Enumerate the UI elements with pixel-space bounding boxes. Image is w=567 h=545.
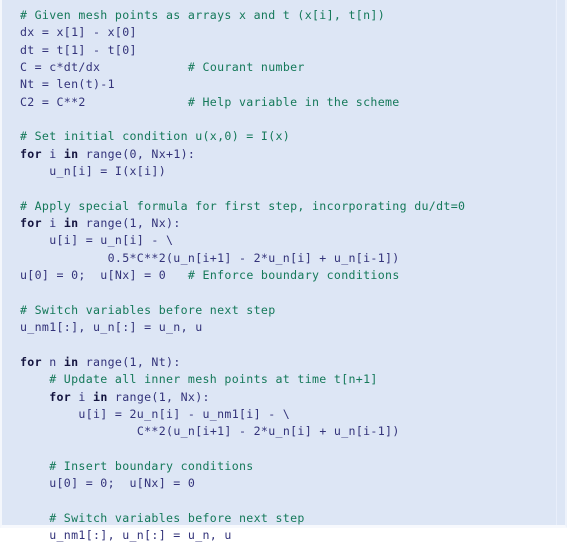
code-token-code: [86, 95, 188, 109]
code-token-comment: # Update all inner mesh points at time t…: [49, 372, 378, 387]
code-token-code: range(1, Nt):: [78, 354, 181, 369]
code-line: # Switch variables before next step: [2, 510, 565, 527]
code-line: u_nm1[:], u_n[:] = u_n, u: [2, 319, 565, 336]
code-token-code: [166, 268, 188, 282]
code-line: # Update all inner mesh points at time t…: [2, 371, 565, 388]
code-token-code: n: [41, 354, 64, 369]
code-line: # Given mesh points as arrays x and t (x…: [2, 7, 565, 24]
code-token-keyword: for: [20, 146, 42, 161]
code-token-comment: # Apply special formula for first step, …: [20, 198, 466, 213]
code-line: 0.5*C**2(u_n[i+1] - 2*u_n[i] + u_n[i-1]): [2, 250, 565, 267]
code-token-keyword: in: [93, 389, 108, 404]
code-block: # Given mesh points as arrays x and t (x…: [0, 0, 567, 542]
code-line: for n in range(1, Nt):: [2, 354, 565, 371]
code-token-code: dx = x[1] - x[0]: [20, 25, 137, 40]
code-line: C2 = C**2 # Help variable in the scheme: [2, 94, 565, 111]
code-token-code: u[0] = 0; u[Nx] = 0: [49, 476, 196, 491]
code-token-code: Nt = len(t)-1: [20, 77, 115, 92]
code-token-code: i: [71, 389, 94, 404]
code-token-comment: # Courant number: [187, 60, 305, 75]
code-token-code: i: [41, 216, 64, 231]
code-token-comment: # Enforce boundary conditions: [187, 268, 400, 283]
code-token-code: i: [41, 146, 64, 161]
code-token-keyword: for: [20, 216, 42, 231]
code-line: # Insert boundary conditions: [2, 458, 565, 475]
code-token-code: u[i] = u_n[i] - \: [49, 233, 174, 248]
code-line: C**2(u_n[i+1] - 2*u_n[i] + u_n[i-1]): [2, 423, 565, 440]
code-token-code: u[0] = 0; u[Nx] = 0: [20, 268, 167, 283]
code-token-code: range(1, Nx):: [78, 216, 181, 231]
code-line: # Switch variables before next step: [2, 302, 565, 319]
code-token-code: u_nm1[:], u_n[:] = u_n, u: [20, 320, 203, 335]
code-line: for i in range(1, Nx):: [2, 389, 565, 406]
code-line-list: # Given mesh points as arrays x and t (x…: [2, 7, 565, 545]
code-token-code: dt = t[1] - t[0]: [20, 42, 137, 57]
code-line: u[i] = 2u_n[i] - u_nm1[i] - \: [2, 406, 565, 423]
code-line: Nt = len(t)-1: [2, 76, 565, 93]
code-token-comment: # Given mesh points as arrays x and t (x…: [20, 8, 386, 22]
code-line: dt = t[1] - t[0]: [2, 42, 565, 59]
code-line: u[0] = 0; u[Nx] = 0: [2, 475, 565, 492]
code-token-code: range(1, Nx):: [107, 389, 210, 404]
code-token-code: u[i] = 2u_n[i] - u_nm1[i] - \: [78, 406, 291, 421]
code-token-keyword: in: [63, 354, 79, 369]
code-token-comment: # Help variable in the scheme: [187, 94, 400, 109]
code-token-code: C = c*dt/dx: [20, 60, 101, 75]
code-token-code: range(0, Nx+1):: [78, 146, 196, 161]
code-line: # Apply special formula for first step, …: [2, 198, 565, 215]
code-token-keyword: in: [63, 216, 79, 231]
code-token-keyword: for: [20, 354, 42, 369]
code-token-keyword: for: [49, 389, 72, 404]
code-token-code: C2 = C**2: [20, 94, 86, 109]
code-token-keyword: in: [63, 146, 79, 161]
code-line: dx = x[1] - x[0]: [2, 24, 565, 41]
code-line: for i in range(1, Nx):: [2, 215, 565, 232]
code-token-comment: # Insert boundary conditions: [49, 458, 254, 473]
code-token-code: 0.5*C**2(u_n[i+1] - 2*u_n[i] + u_n[i-1]): [107, 250, 400, 265]
code-token-code: [100, 60, 188, 74]
code-line: for i in range(0, Nx+1):: [2, 146, 565, 163]
code-token-code: u_n[i] = I(x[i]): [49, 164, 167, 179]
code-line: u[i] = u_n[i] - \: [2, 232, 565, 249]
code-token-comment: # Switch variables before next step: [49, 510, 305, 525]
code-line: u_n[i] = I(x[i]): [2, 163, 565, 180]
code-token-code: u_nm1[:], u_n[:] = u_n, u: [49, 528, 232, 543]
code-line: # Set initial condition u(x,0) = I(x): [2, 128, 565, 145]
code-token-code: C**2(u_n[i+1] - 2*u_n[i] + u_n[i-1]): [136, 424, 400, 439]
code-token-comment: # Set initial condition u(x,0) = I(x): [20, 129, 291, 144]
code-line: u[0] = 0; u[Nx] = 0 # Enforce boundary c…: [2, 267, 565, 284]
code-line: u_nm1[:], u_n[:] = u_n, u: [2, 527, 565, 544]
code-token-comment: # Switch variables before next step: [20, 302, 276, 317]
code-line: C = c*dt/dx # Courant number: [2, 59, 565, 76]
